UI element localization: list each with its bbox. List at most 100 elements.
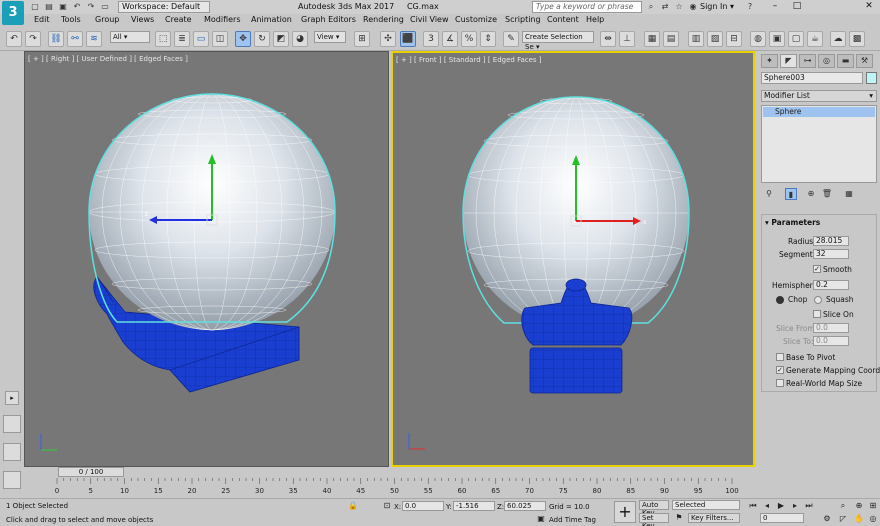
current-frame-field[interactable]: 0 xyxy=(760,513,804,523)
orbit-icon[interactable]: ◎ xyxy=(866,513,880,525)
key-filters-button[interactable]: Key Filters... xyxy=(688,513,740,523)
menu-animation[interactable]: Animation xyxy=(251,15,292,24)
viewport-layout-single-icon[interactable] xyxy=(3,443,21,461)
time-slider[interactable]: 0 / 100 xyxy=(24,467,757,477)
time-config-icon[interactable]: ⚙ xyxy=(820,513,834,525)
undo-button[interactable]: ↶ xyxy=(6,31,22,47)
redo-button[interactable]: ↷ xyxy=(25,31,41,47)
menu-graph-editors[interactable]: Graph Editors xyxy=(301,15,356,24)
layer-explorer-icon[interactable]: ▤ xyxy=(663,31,679,47)
workspace-dropdown[interactable]: Workspace: Default xyxy=(118,1,210,13)
menu-rendering[interactable]: Rendering xyxy=(363,15,404,24)
menu-edit[interactable]: Edit xyxy=(34,15,50,24)
reference-coord-dropdown[interactable]: View ▾ xyxy=(314,31,346,43)
next-frame-icon[interactable]: ▸ xyxy=(788,500,802,512)
minimize-button[interactable]: – xyxy=(764,0,786,13)
stack-item-sphere[interactable]: Sphere xyxy=(763,107,875,117)
viewport-right-label[interactable]: [ + ] [ Right ] [ User Defined ] [ Edged… xyxy=(28,55,188,63)
binoculars-icon[interactable]: ⌕ xyxy=(646,2,656,12)
create-tab-icon[interactable]: ✦ xyxy=(761,54,778,68)
place-icon[interactable]: ◕ xyxy=(292,31,308,47)
align-icon[interactable]: ⊥ xyxy=(619,31,635,47)
star-icon[interactable]: ☆ xyxy=(674,2,684,12)
go-to-start-icon[interactable]: ⏮ xyxy=(746,500,760,512)
search-input[interactable]: Type a keyword or phrase xyxy=(532,1,642,13)
rollout-header[interactable]: ▾ Parameters xyxy=(765,218,820,227)
undo-icon[interactable]: ↶ xyxy=(72,2,82,12)
select-scale-icon[interactable]: ◩ xyxy=(273,31,289,47)
real-world-checkbox[interactable] xyxy=(776,379,784,387)
squash-radio[interactable] xyxy=(814,296,822,304)
utilities-tab-icon[interactable]: ⚒ xyxy=(856,54,873,68)
chop-radio[interactable] xyxy=(776,296,784,304)
gen-mapping-checkbox[interactable]: ✓ xyxy=(776,366,784,374)
go-to-end-icon[interactable]: ⏭ xyxy=(802,500,816,512)
window-crossing-icon[interactable]: ◫ xyxy=(212,31,228,47)
y-coordinate-field[interactable]: -1.516 xyxy=(453,501,495,511)
help-icon[interactable]: ? xyxy=(745,2,755,12)
snaps-toggle-icon[interactable]: 3 xyxy=(423,31,439,47)
viewport-layout-icon[interactable] xyxy=(3,415,21,433)
new-file-icon[interactable]: ▢ xyxy=(30,2,40,12)
user-icon[interactable]: ◉ xyxy=(688,2,698,12)
link-icon[interactable]: ⛓ xyxy=(48,31,64,47)
pan-icon[interactable]: ✋ xyxy=(852,513,866,525)
select-by-name-icon[interactable]: ≣ xyxy=(174,31,190,47)
add-time-tag[interactable]: Add Time Tag xyxy=(549,516,596,524)
hemisphere-spinner[interactable]: 0.2 xyxy=(813,280,849,290)
z-coordinate-field[interactable]: 60.025 xyxy=(504,501,546,511)
schematic-view-icon[interactable]: ⊟ xyxy=(726,31,742,47)
viewport-front[interactable]: x [ + ] [ Front ] [ Standard ] [ Edged F… xyxy=(391,51,755,467)
redo-icon[interactable]: ↷ xyxy=(86,2,96,12)
zoom-all-icon[interactable]: ⊕ xyxy=(852,500,866,512)
lock-selection-icon[interactable]: 🔒 xyxy=(346,500,360,512)
key-mode-dropdown[interactable]: Selected xyxy=(672,500,740,510)
modify-tab-icon[interactable]: ◤ xyxy=(780,54,797,68)
graphite-toggle-icon[interactable]: ▥ xyxy=(688,31,704,47)
close-button[interactable]: ✕ xyxy=(858,0,880,13)
fov-icon[interactable]: ◸ xyxy=(836,513,850,525)
show-end-result-icon[interactable]: ▮ xyxy=(785,188,797,200)
object-color-swatch[interactable] xyxy=(866,72,877,84)
slice-from-spinner[interactable]: 0.0 xyxy=(813,323,849,333)
render-production-icon[interactable]: ☕ xyxy=(807,31,823,47)
time-tag-icon[interactable]: ▣ xyxy=(534,513,548,525)
bind-space-warp-icon[interactable]: ≋ xyxy=(86,31,102,47)
object-name-field[interactable]: Sphere003 xyxy=(761,72,863,84)
play-icon[interactable]: ▶ xyxy=(774,500,788,512)
material-editor-icon[interactable]: ◍ xyxy=(750,31,766,47)
select-manipulate-icon[interactable]: ✣ xyxy=(380,31,396,47)
hierarchy-tab-icon[interactable]: ⊶ xyxy=(799,54,816,68)
sign-in-link[interactable]: Sign In ▾ xyxy=(700,2,734,11)
key-filter-icon[interactable]: ⚑ xyxy=(672,512,686,524)
segments-spinner[interactable]: 32 xyxy=(813,249,849,259)
modifier-list-dropdown[interactable]: Modifier List ▾ xyxy=(761,90,877,102)
viewport-front-label[interactable]: [ + ] [ Front ] [ Standard ] [ Edged Fac… xyxy=(396,56,542,64)
prev-frame-icon[interactable]: ◂ xyxy=(760,500,774,512)
open-file-icon[interactable]: ▤ xyxy=(44,2,54,12)
remove-modifier-icon[interactable]: 🗑 xyxy=(821,188,833,200)
scene-explorer-icon[interactable]: ▦ xyxy=(644,31,660,47)
maximize-button[interactable]: □ xyxy=(786,0,808,13)
menu-modifiers[interactable]: Modifiers xyxy=(204,15,241,24)
viewport-layout-split-icon[interactable] xyxy=(3,471,21,489)
menu-create[interactable]: Create xyxy=(165,15,192,24)
menu-tools[interactable]: Tools xyxy=(61,15,81,24)
menu-content[interactable]: Content xyxy=(547,15,579,24)
render-setup-icon[interactable]: ▣ xyxy=(769,31,785,47)
menu-help[interactable]: Help xyxy=(586,15,604,24)
project-folder-icon[interactable]: ▭ xyxy=(100,2,110,12)
select-rotate-icon[interactable]: ↻ xyxy=(254,31,270,47)
selection-filter-dropdown[interactable]: All ▾ xyxy=(110,31,150,43)
menu-civil-view[interactable]: Civil View xyxy=(410,15,449,24)
rendered-frame-icon[interactable]: ▢ xyxy=(788,31,804,47)
viewport-right[interactable]: z [ + ] [ Right ] [ User Defined ] [ Edg… xyxy=(24,51,389,467)
select-object-icon[interactable]: ⬚ xyxy=(155,31,171,47)
app-logo-icon[interactable]: 3 xyxy=(2,1,24,25)
edit-named-selection-icon[interactable]: ✎ xyxy=(503,31,519,47)
menu-scripting[interactable]: Scripting xyxy=(505,15,541,24)
make-unique-icon[interactable]: ⊕ xyxy=(805,188,817,200)
spinner-snap-icon[interactable]: ⇕ xyxy=(480,31,496,47)
render-in-cloud-icon[interactable]: ☁ xyxy=(830,31,846,47)
set-key-button[interactable]: Set Key xyxy=(639,513,669,526)
